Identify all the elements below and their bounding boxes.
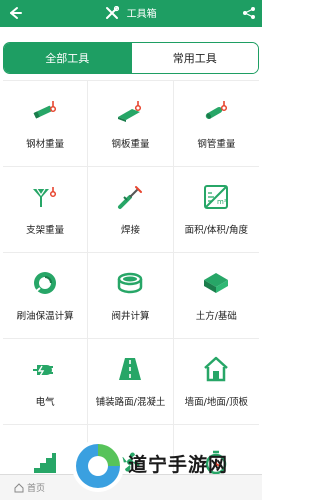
home-icon xyxy=(14,482,24,492)
tool-label: 土方/基础 xyxy=(195,311,237,322)
steel-pipe-icon xyxy=(202,97,230,125)
home-button[interactable]: 首页 xyxy=(14,481,45,494)
tab-all-tools[interactable]: 全部工具 xyxy=(4,43,131,73)
tool-bracket-weight[interactable]: 支架重量 xyxy=(3,167,89,253)
tool-paint-insulation[interactable]: 刷油保温计算 xyxy=(3,253,89,339)
tool-steel-pipe-weight[interactable]: 钢管重量 xyxy=(173,81,259,167)
electric-plug-icon xyxy=(31,355,59,383)
stairs-icon xyxy=(31,448,59,476)
home-label: 首页 xyxy=(27,484,46,494)
watermark-logo xyxy=(72,440,124,492)
svg-text:m²: m² xyxy=(217,198,227,206)
tool-label: 钢材重量 xyxy=(26,139,65,150)
top-bar: 工具箱 xyxy=(0,0,262,27)
measure-icon: m² xyxy=(202,183,230,211)
bracket-icon xyxy=(31,183,59,211)
tool-label: 电气 xyxy=(35,397,55,408)
steel-bar-icon xyxy=(31,97,59,125)
earthwork-icon xyxy=(202,269,230,297)
tool-welding[interactable]: 焊接 xyxy=(88,167,174,253)
tool-label: 钢板重量 xyxy=(111,139,150,150)
tool-electric[interactable]: 电气 xyxy=(3,339,89,425)
watermark: 道宁手游网 xyxy=(70,436,260,498)
house-icon xyxy=(202,355,230,383)
tool-label: 焊接 xyxy=(120,225,140,236)
header-title-group: 工具箱 xyxy=(0,5,262,20)
tool-label: 支架重量 xyxy=(26,225,65,236)
tool-label: 刷油保温计算 xyxy=(16,311,74,322)
tool-wall-floor-ceiling[interactable]: 墙面/地面/顶板 xyxy=(173,339,259,425)
tool-earthwork-foundation[interactable]: 土方/基础 xyxy=(173,253,259,339)
tool-valve-well[interactable]: 阀井计算 xyxy=(88,253,174,339)
page-title: 工具箱 xyxy=(126,9,157,20)
road-icon xyxy=(116,355,144,383)
watermark-text: 道宁手游网 xyxy=(128,454,229,476)
tool-area-volume-angle[interactable]: m² 面积/体积/角度 xyxy=(173,167,259,253)
tool-label: 钢管重量 xyxy=(197,139,236,150)
tool-steel-plate-weight[interactable]: 钢板重量 xyxy=(88,81,174,167)
tool-road-concrete[interactable]: 铺装路面/混凝土 xyxy=(88,339,174,425)
valve-well-icon xyxy=(116,269,144,297)
tool-label: 阀井计算 xyxy=(111,311,150,322)
tool-tabs: 全部工具 常用工具 xyxy=(3,42,259,74)
share-icon[interactable] xyxy=(242,6,256,20)
steel-plate-icon xyxy=(116,97,144,125)
tool-label: 面积/体积/角度 xyxy=(184,225,249,236)
tab-common-tools[interactable]: 常用工具 xyxy=(130,43,258,73)
tool-label: 铺装路面/混凝土 xyxy=(95,397,166,408)
tool-label: 墙面/地面/顶板 xyxy=(184,397,249,408)
paint-insulation-icon xyxy=(31,269,59,297)
tools-icon xyxy=(106,5,120,19)
welding-icon xyxy=(116,183,144,211)
tool-steel-weight[interactable]: 钢材重量 xyxy=(3,81,89,167)
